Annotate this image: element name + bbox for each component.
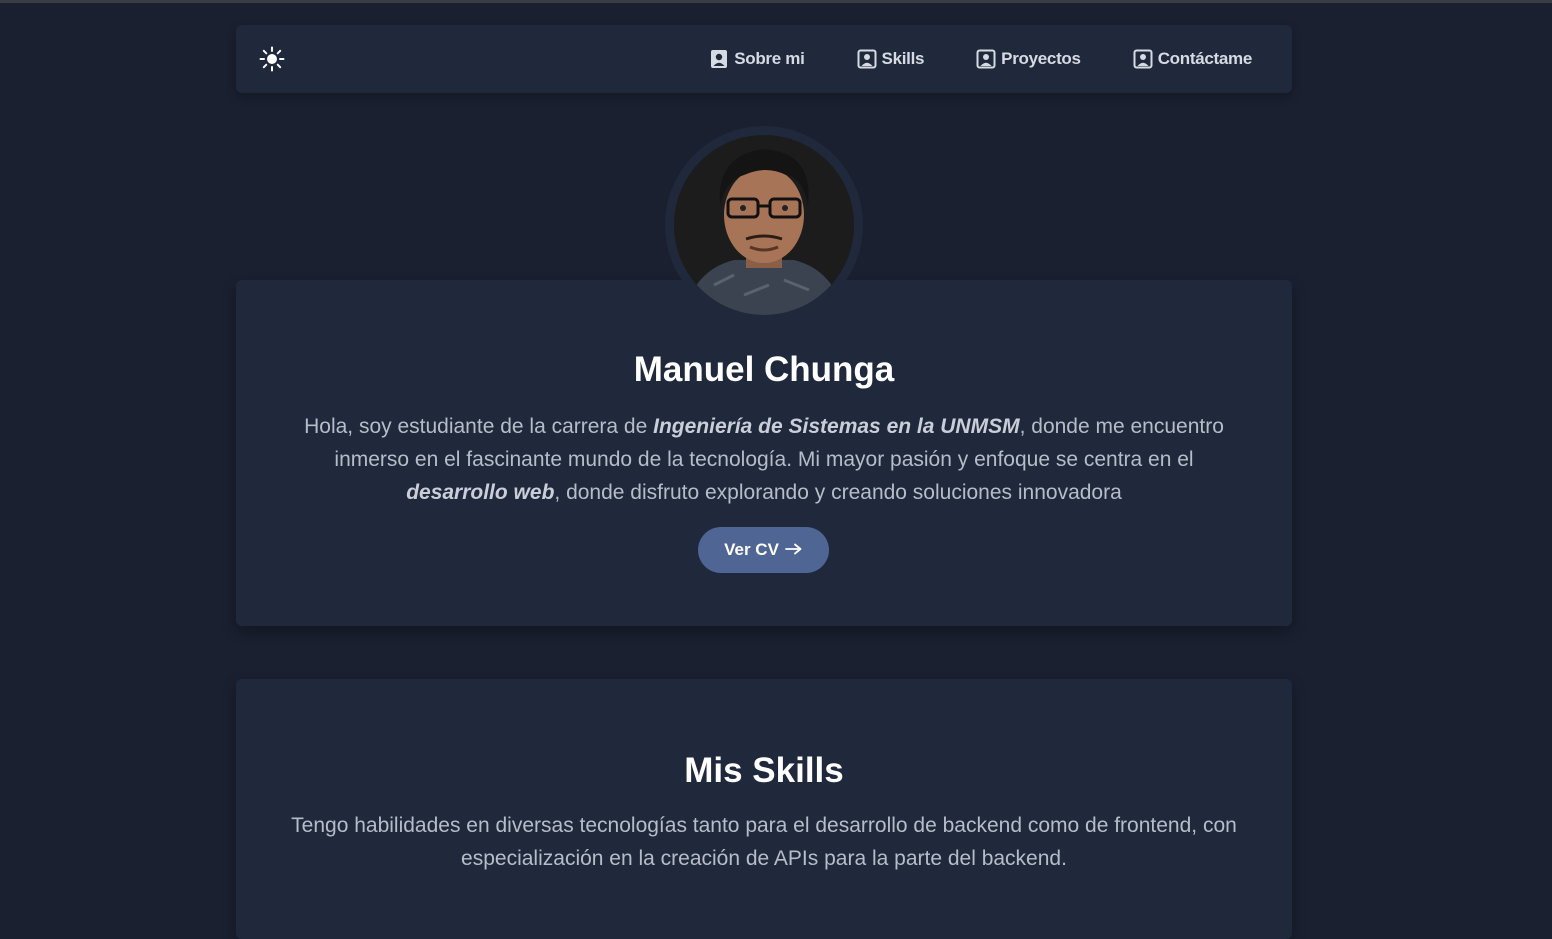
nav-link-label: Contáctame <box>1157 49 1253 68</box>
profile-photo <box>674 135 854 315</box>
skills-description: Tengo habilidades en diversas tecnología… <box>291 814 1237 870</box>
hero-intro: Hola, soy estudiante de la carrera de In… <box>286 410 1242 509</box>
nav-link-proyectos[interactable]: Proyectos <box>976 49 1081 69</box>
user-badge-icon <box>709 49 729 69</box>
hero-intro-part: , donde disfruto explorando y creando so… <box>554 481 1122 504</box>
user-portrait-icon <box>857 49 877 69</box>
navbar: Sobre mi Skills Proyectos Contáctame <box>236 25 1292 93</box>
hero-intro-emphasis: Ingeniería de Sistemas en la UNMSM <box>653 415 1020 438</box>
nav-link-sobre-mi[interactable]: Sobre mi <box>709 49 805 69</box>
nav-link-label: Skills <box>881 49 925 68</box>
browser-top-edge <box>0 0 1552 3</box>
arrow-right-icon <box>785 540 803 560</box>
sun-icon[interactable] <box>258 45 286 73</box>
skills-card: Mis Skills Tengo habilidades en diversas… <box>236 679 1292 939</box>
hero-intro-emphasis: desarrollo web <box>406 481 555 504</box>
user-portrait-icon <box>1133 49 1153 69</box>
hero-card: Manuel Chunga Hola, soy estudiante de la… <box>236 280 1292 626</box>
skills-title: Mis Skills <box>684 751 844 790</box>
avatar <box>665 126 863 324</box>
view-cv-button[interactable]: Ver CV <box>698 527 829 573</box>
hero-name: Manuel Chunga <box>633 350 895 389</box>
nav-link-contactame[interactable]: Contáctame <box>1133 49 1252 69</box>
nav-link-label: Proyectos <box>1001 49 1081 68</box>
nav-link-label: Sobre mi <box>734 49 805 68</box>
nav-links: Sobre mi Skills Proyectos Contáctame <box>709 25 1252 93</box>
view-cv-label: Ver CV <box>724 540 779 559</box>
nav-link-skills[interactable]: Skills <box>857 49 925 69</box>
hero-intro-part: Hola, soy estudiante de la carrera de <box>304 415 654 438</box>
user-portrait-icon <box>976 49 996 69</box>
